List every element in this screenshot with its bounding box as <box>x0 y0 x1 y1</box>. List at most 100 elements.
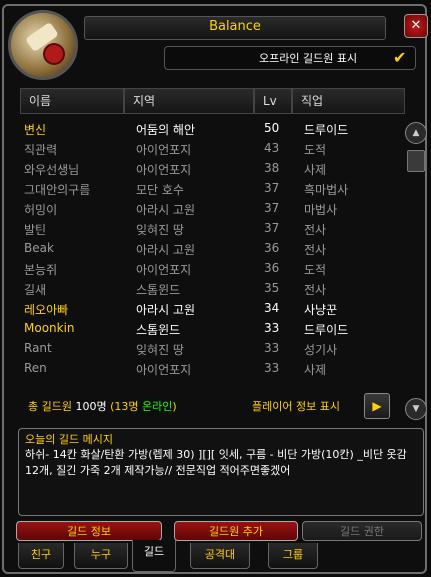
member-row[interactable]: 본능쥐 아이언포지 36 도적 <box>20 258 400 278</box>
column-header-level[interactable]: Lv <box>254 88 292 114</box>
member-zone: 아이언포지 <box>136 363 192 377</box>
show-player-info-button[interactable]: ▶ <box>364 393 390 419</box>
tab-1[interactable]: 누구 <box>74 543 128 569</box>
scroll-thumb[interactable] <box>407 150 425 172</box>
member-row[interactable]: 그대안의구름 모단 호수 37 흑마법사 <box>20 178 400 198</box>
member-level: 34 <box>264 301 280 315</box>
guild-rank-button[interactable]: 길드 권한 <box>302 521 422 541</box>
member-level: 37 <box>264 201 280 215</box>
title-bar: Balance <box>84 16 386 40</box>
member-row[interactable]: 변신 어둠의 해안 50 드루이드 <box>20 118 400 138</box>
window-title: Balance <box>209 19 261 34</box>
member-class: 드루이드 <box>304 123 349 137</box>
guild-member-total: 총 길드원 100명 (13명 온라인) <box>28 398 177 414</box>
tab-3[interactable]: 공격대 <box>190 543 250 569</box>
motd-text: 하쉬- 14칸 화살/탄환 가방(렙제 30) ][][ 잇세, 구름 - 비단… <box>25 448 407 477</box>
member-name: 발틴 <box>24 223 47 237</box>
member-zone: 잊혀진 땅 <box>136 343 184 357</box>
guild-scroll-portrait-icon <box>8 10 78 80</box>
member-zone: 모단 호수 <box>136 183 184 197</box>
play-arrow-icon: ▶ <box>372 399 382 413</box>
member-class: 전사 <box>304 223 327 237</box>
member-name: Moonkin <box>24 321 75 335</box>
close-button[interactable]: ✕ <box>404 14 428 38</box>
member-level: 35 <box>264 281 280 295</box>
member-class: 마법사 <box>304 203 338 217</box>
member-name: Ren <box>24 361 47 375</box>
member-class: 성기사 <box>304 343 338 357</box>
online-close: ) <box>172 400 177 413</box>
member-row[interactable]: Ren 아이언포지 33 사제 <box>20 358 400 378</box>
show-player-info-label: 플레이어 정보 표시 <box>252 400 340 413</box>
scroll-down-button[interactable]: ▼ <box>405 398 427 420</box>
column-header-class[interactable]: 직업 <box>292 88 405 114</box>
member-zone: 잊혀진 땅 <box>136 223 184 237</box>
arrow-up-icon: ▲ <box>412 128 420 138</box>
member-row[interactable]: Rant 잊혀진 땅 33 성기사 <box>20 338 400 358</box>
member-level: 37 <box>264 221 280 235</box>
member-zone: 스톰윈드 <box>136 283 181 297</box>
online-open: (13명 <box>106 400 143 413</box>
member-zone: 아이언포지 <box>136 143 192 157</box>
member-level: 33 <box>264 321 280 335</box>
close-icon: ✕ <box>410 18 422 33</box>
tab-2[interactable]: 길드 <box>132 540 176 572</box>
member-class: 흑마법사 <box>304 183 349 197</box>
member-class: 전사 <box>304 243 327 257</box>
member-zone: 아이언포지 <box>136 163 192 177</box>
member-zone: 어둠의 해안 <box>136 123 196 137</box>
member-row[interactable]: 발틴 잊혀진 땅 37 전사 <box>20 218 400 238</box>
member-name: 와우선생님 <box>24 163 80 177</box>
member-row[interactable]: Beak 아라시 고원 36 전사 <box>20 238 400 258</box>
member-level: 43 <box>264 141 280 155</box>
show-offline-toggle[interactable]: 오프라인 길드원 표시 ✔ <box>164 46 416 70</box>
member-class: 사제 <box>304 363 327 377</box>
guild-info-button[interactable]: 길드 정보 <box>16 521 162 541</box>
show-offline-label: 오프라인 길드원 표시 <box>259 52 358 65</box>
scroll-up-button[interactable]: ▲ <box>405 122 427 144</box>
member-name: Rant <box>24 341 52 355</box>
member-level: 33 <box>264 341 280 355</box>
member-level: 50 <box>264 121 280 135</box>
member-row[interactable]: 허밍이 아라시 고원 37 마법사 <box>20 198 400 218</box>
member-name: 본능쥐 <box>24 263 58 277</box>
tab-4[interactable]: 그룹 <box>268 543 318 569</box>
member-row[interactable]: 와우선생님 아이언포지 38 사제 <box>20 158 400 178</box>
guild-motd-box[interactable]: 오늘의 길드 메시지 하쉬- 14칸 화살/탄환 가방(렙제 30) ][][ … <box>18 428 424 516</box>
member-level: 36 <box>264 241 280 255</box>
member-class: 사냥꾼 <box>304 303 338 317</box>
column-header-zone[interactable]: 지역 <box>124 88 254 114</box>
member-row[interactable]: 직관력 아이언포지 43 도적 <box>20 138 400 158</box>
member-row[interactable]: 레오아빠 아라시 고원 34 사냥꾼 <box>20 298 400 318</box>
member-zone: 아이언포지 <box>136 263 192 277</box>
member-class: 사제 <box>304 163 327 177</box>
arrow-down-icon: ▼ <box>412 404 420 414</box>
add-guild-member-button[interactable]: 길드원 추가 <box>174 521 298 541</box>
column-header-row: 이름 지역 Lv 직업 <box>20 88 405 114</box>
member-name: 그대안의구름 <box>24 183 91 197</box>
column-header-name[interactable]: 이름 <box>20 88 124 114</box>
motd-title: 오늘의 길드 메시지 <box>25 433 113 446</box>
member-name: Beak <box>24 241 54 255</box>
member-class: 도적 <box>304 263 327 277</box>
member-row[interactable]: 길새 스톰윈드 35 전사 <box>20 278 400 298</box>
member-zone: 아라시 고원 <box>136 303 196 317</box>
member-zone: 아라시 고원 <box>136 243 196 257</box>
member-level: 36 <box>264 261 280 275</box>
tab-0[interactable]: 친구 <box>18 543 64 569</box>
member-scrollbar[interactable]: ▲ ▼ <box>404 122 427 422</box>
member-name: 길새 <box>24 283 47 297</box>
online-word: 온라인 <box>142 400 173 413</box>
total-count: 100명 <box>75 400 107 413</box>
member-name: 레오아빠 <box>24 303 69 317</box>
member-name: 변신 <box>24 123 47 137</box>
member-class: 도적 <box>304 143 327 157</box>
guild-window: Balance ✕ 오프라인 길드원 표시 ✔ 이름 지역 Lv 직업 변신 어둠… <box>2 4 428 574</box>
checkmark-icon[interactable]: ✔ <box>393 48 406 67</box>
member-row[interactable]: Moonkin 스톰윈드 33 드루이드 <box>20 318 400 338</box>
member-name: 허밍이 <box>24 203 58 217</box>
total-prefix: 총 길드원 <box>28 400 76 413</box>
wax-seal <box>45 45 63 63</box>
member-zone: 아라시 고원 <box>136 203 196 217</box>
member-name: 직관력 <box>24 143 58 157</box>
